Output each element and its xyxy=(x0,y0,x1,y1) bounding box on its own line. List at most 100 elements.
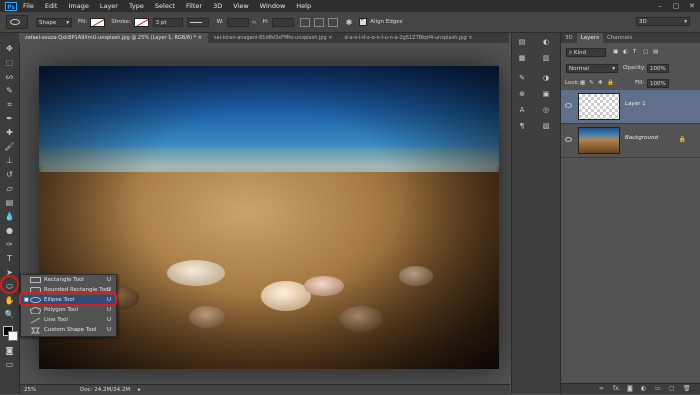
gradient-tool-icon[interactable]: ▤ xyxy=(3,197,16,208)
path-arrangement-icon[interactable] xyxy=(327,17,338,27)
eye-icon[interactable] xyxy=(565,103,572,108)
layer-comps-panel-icon[interactable]: ▧ xyxy=(540,121,552,131)
stroke-type-select[interactable] xyxy=(186,17,209,27)
swatches-panel-icon[interactable]: ▥ xyxy=(540,53,552,63)
background-color-swatch[interactable] xyxy=(8,331,18,341)
eraser-tool-icon[interactable]: ▱ xyxy=(3,183,16,194)
maximize-button[interactable]: ▢ xyxy=(668,0,684,12)
document-tab[interactable]: d-a-v-i-d-s-o-n-l-u-n-a-2gS1Z7Bkpf4-unsp… xyxy=(339,33,479,43)
filter-type-icon[interactable]: T xyxy=(633,49,636,55)
tool-preset-picker[interactable] xyxy=(6,15,28,29)
menu-select[interactable]: Select xyxy=(155,2,175,10)
brush-tool-icon[interactable]: 🖌 xyxy=(3,141,16,152)
eye-icon[interactable] xyxy=(565,137,572,142)
screen-mode-icon[interactable]: ▭ xyxy=(3,359,16,370)
history-brush-tool-icon[interactable]: ↺ xyxy=(3,169,16,180)
width-input[interactable] xyxy=(226,17,249,27)
menu-edit[interactable]: Edit xyxy=(45,2,58,10)
filter-smart-object-icon[interactable]: ▤ xyxy=(653,49,658,55)
group-icon[interactable]: ▭ xyxy=(655,384,661,394)
brush-panel-icon[interactable]: ✎ xyxy=(516,73,528,83)
adjustments-panel-icon[interactable]: ◑ xyxy=(540,73,552,83)
opacity-input[interactable]: 100% xyxy=(647,64,669,73)
document-tab-label: zafael-souza-QxkBP1A9XmU-unsplash.jpg @ … xyxy=(25,35,197,41)
filter-pixel-icon[interactable]: ▣ xyxy=(613,49,618,55)
fill-input[interactable]: 100% xyxy=(647,79,669,88)
marquee-tool-icon[interactable]: ⬚ xyxy=(3,57,16,68)
history-panel-icon[interactable]: ▤ xyxy=(516,37,528,47)
filter-shape-icon[interactable]: ▢ xyxy=(643,49,648,55)
close-icon[interactable]: × xyxy=(328,35,332,41)
path-alignment-icon[interactable] xyxy=(313,17,324,27)
workspace-select[interactable]: 3D ▾ xyxy=(636,17,690,26)
zoom-tool-icon[interactable]: 🔍 xyxy=(3,309,16,320)
lock-transparent-icon[interactable]: ▦ xyxy=(580,80,585,86)
layer-filter-kind-select[interactable]: ⌕ Kind xyxy=(566,48,606,57)
quick-selection-tool-icon[interactable]: ✎ xyxy=(3,85,16,96)
tool-presets-panel-icon[interactable]: ◎ xyxy=(540,105,552,115)
styles-panel-icon[interactable]: ▣ xyxy=(540,89,552,99)
crop-tool-icon[interactable]: ⌗ xyxy=(3,99,16,110)
lock-all-icon[interactable]: 🔒 xyxy=(607,80,614,86)
tab-layers[interactable]: Layers xyxy=(576,33,603,43)
clone-source-panel-icon[interactable]: ⊕ xyxy=(516,89,528,99)
close-button[interactable]: ✕ xyxy=(684,0,700,12)
fill-swatch[interactable] xyxy=(90,17,106,27)
gear-icon[interactable]: ✱ xyxy=(346,18,353,27)
menu-filter[interactable]: Filter xyxy=(186,2,202,10)
fx-icon[interactable]: fx. xyxy=(613,384,621,394)
document-tab[interactable]: zafael-souza-QxkBP1A9XmU-unsplash.jpg @ … xyxy=(19,33,208,43)
healing-brush-tool-icon[interactable]: ✚ xyxy=(3,127,16,138)
flyout-item-rectangle-tool[interactable]: Rectangle Tool U xyxy=(21,275,116,285)
path-operations-icon[interactable] xyxy=(299,17,310,27)
color-panel-icon[interactable]: ◐ xyxy=(540,37,552,47)
quick-mask-icon[interactable]: ◙ xyxy=(3,345,16,356)
align-edges-checkbox[interactable]: ✓ xyxy=(359,16,368,26)
type-tool-icon[interactable]: T xyxy=(3,253,16,264)
document-tab[interactable]: sai-kiran-anagani-81d8d3xFMfo-unsplash.j… xyxy=(208,33,339,43)
close-icon[interactable]: × xyxy=(198,35,202,41)
eyedropper-tool-icon[interactable]: ✒ xyxy=(3,113,16,124)
menu-type[interactable]: Type xyxy=(129,2,144,10)
tab-3d[interactable]: 3D xyxy=(561,33,577,43)
layer-row-layer-1[interactable]: Layer 1 xyxy=(561,90,700,124)
dodge-tool-icon[interactable]: ● xyxy=(3,225,16,236)
menu-window[interactable]: Window xyxy=(260,2,286,10)
new-layer-icon[interactable]: ▢ xyxy=(669,384,675,394)
stroke-swatch[interactable] xyxy=(133,17,149,27)
link-icon[interactable]: ∞ xyxy=(599,384,604,394)
height-input[interactable] xyxy=(271,17,294,27)
link-icon[interactable]: ∞ xyxy=(252,19,257,26)
lasso-tool-icon[interactable]: ᔕ xyxy=(3,71,16,82)
blur-tool-icon[interactable]: 💧 xyxy=(3,211,16,222)
lock-position-icon[interactable]: ✥ xyxy=(598,80,603,86)
mask-icon[interactable]: ◙ xyxy=(627,384,633,394)
character-panel-icon[interactable]: A xyxy=(516,105,528,115)
flyout-item-custom-shape-tool[interactable]: Custom Shape Tool U xyxy=(21,325,116,335)
trash-icon[interactable]: 🗑 xyxy=(683,384,691,394)
move-tool-icon[interactable]: ✥ xyxy=(3,43,16,54)
menu-help[interactable]: Help xyxy=(296,2,311,10)
hand-tool-icon[interactable]: ✋ xyxy=(3,295,16,306)
blend-mode-select[interactable]: Normal ▾ xyxy=(566,64,618,73)
menu-view[interactable]: View xyxy=(233,2,248,10)
properties-panel-icon[interactable]: ▦ xyxy=(516,53,528,63)
close-icon[interactable]: × xyxy=(468,35,472,41)
mode-select[interactable]: Shape ▾ xyxy=(36,17,72,27)
layer-row-background[interactable]: Background 🔒 xyxy=(561,124,700,158)
adjustment-icon[interactable]: ◐ xyxy=(641,384,646,394)
stroke-width-input[interactable]: 3 pt xyxy=(152,17,183,27)
flyout-item-line-tool[interactable]: Line Tool U xyxy=(21,315,116,325)
menu-3d[interactable]: 3D xyxy=(213,2,222,10)
menu-image[interactable]: Image xyxy=(68,2,88,10)
filter-adjustment-icon[interactable]: ◐ xyxy=(623,49,628,55)
paragraph-panel-icon[interactable]: ¶ xyxy=(516,121,528,131)
tab-channels[interactable]: Channels xyxy=(603,33,636,43)
flyout-item-polygon-tool[interactable]: Polygon Tool U xyxy=(21,305,116,315)
lock-image-icon[interactable]: ✎ xyxy=(589,80,594,86)
menu-layer[interactable]: Layer xyxy=(100,2,118,10)
pen-tool-icon[interactable]: ✑ xyxy=(3,239,16,250)
clone-stamp-tool-icon[interactable]: ⊥ xyxy=(3,155,16,166)
menu-file[interactable]: File xyxy=(23,2,34,10)
minimize-button[interactable]: – xyxy=(652,0,668,12)
